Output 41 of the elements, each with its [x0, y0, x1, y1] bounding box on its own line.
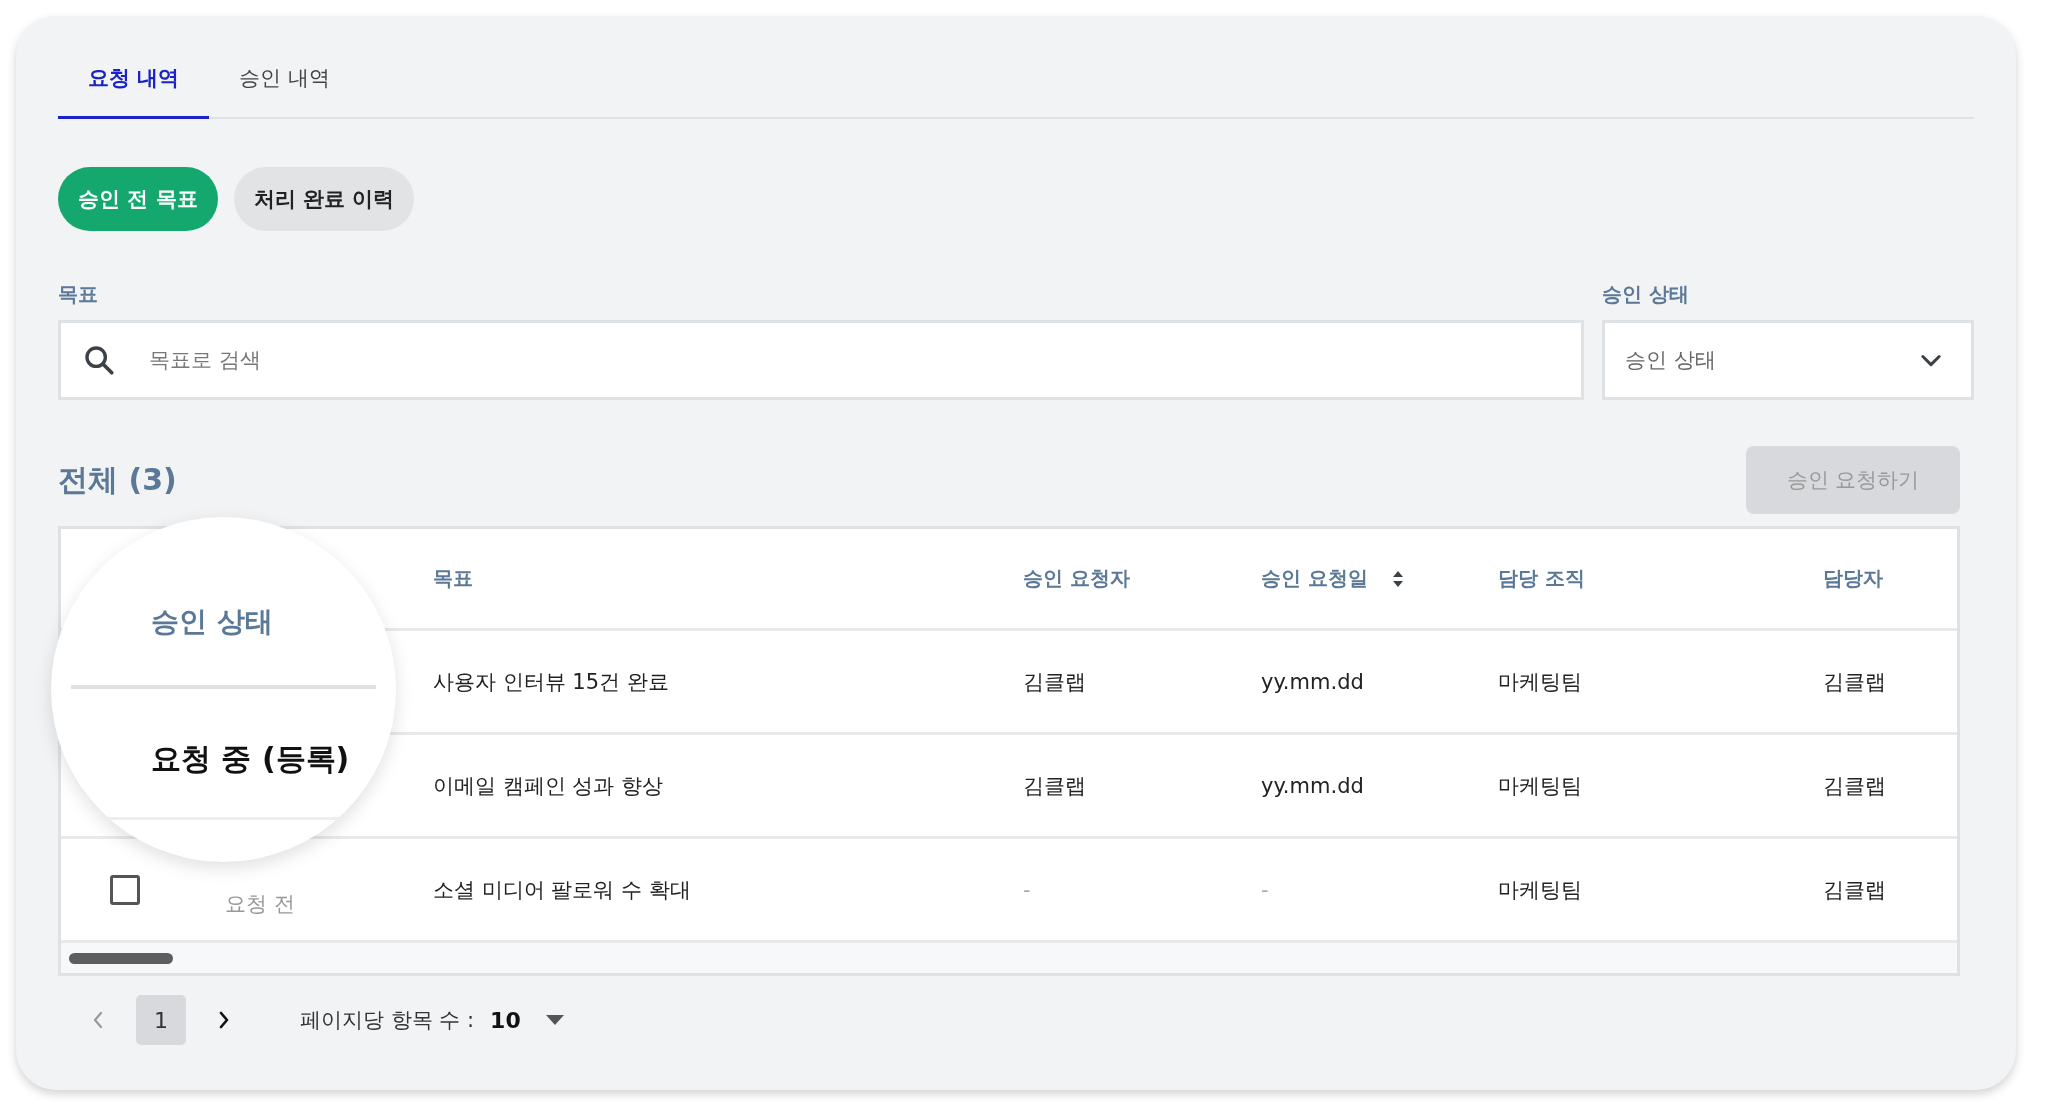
column-header: 승인 요청일 — [1261, 565, 1368, 592]
table-cell-text: 김클랩 — [1823, 876, 1886, 904]
tab[interactable]: 요청 내역 — [58, 44, 210, 119]
table-cell-text: 마케팅팀 — [1498, 772, 1582, 800]
page-button[interactable]: 1 — [136, 995, 186, 1045]
table-cell: yy.mm.dd — [1261, 773, 1364, 798]
table-cell-text: 마케팅팀 — [1498, 668, 1582, 696]
scrollbar-thumb[interactable] — [69, 952, 173, 964]
total-count: 전체 (3) — [58, 460, 177, 499]
field-label: 승인 상태 — [1602, 281, 1690, 308]
table-cell-text: 김클랩 — [1823, 772, 1886, 800]
chevron-left-icon — [92, 1010, 104, 1030]
search-icon — [82, 343, 116, 377]
table-cell-text: 마케팅팀 — [1498, 876, 1582, 904]
magnified-header: 승인 상태 — [151, 604, 273, 640]
table-cell-text: 김클랩 — [1023, 772, 1086, 800]
column-header: 목표 — [433, 565, 473, 592]
row-checkbox[interactable] — [109, 874, 140, 905]
table-cell-text: 사용자 인터뷰 15건 완료 — [433, 668, 669, 696]
per-page-label: 페이지당 항목 수 : — [300, 1007, 475, 1034]
tab[interactable]: 승인 내역 — [209, 44, 360, 119]
table-cell-text: 소셜 미디어 팔로워 수 확대 — [433, 876, 691, 904]
caret-down-icon — [544, 1014, 565, 1026]
table-cell: - — [1261, 877, 1269, 902]
filter-chip[interactable]: 처리 완료 이력 — [233, 167, 415, 231]
field-label: 목표 — [58, 281, 99, 308]
status-dropdown[interactable]: 승인 상태 — [1602, 320, 1974, 400]
column-header: 승인 요청자 — [1023, 565, 1130, 592]
column-header: 담당자 — [1823, 565, 1883, 592]
table-cell: - — [1023, 877, 1031, 902]
table-cell-text: 김클랩 — [1823, 668, 1886, 696]
sort-icon[interactable] — [1391, 569, 1404, 588]
table-cell-text: 이메일 캠페인 성과 향상 — [433, 772, 664, 800]
status-text: 요청 전 — [225, 891, 295, 916]
table-cell: yy.mm.dd — [1261, 669, 1364, 694]
search-field[interactable]: 목표로 검색 — [58, 320, 1584, 400]
magnified-status: 요청 중 (등록) — [151, 740, 350, 778]
column-header: 담당 조직 — [1498, 565, 1585, 592]
per-page-dropdown[interactable]: 10 — [490, 1007, 565, 1033]
chevron-right-icon — [218, 1010, 230, 1030]
table-cell-text: 김클랩 — [1023, 668, 1086, 696]
